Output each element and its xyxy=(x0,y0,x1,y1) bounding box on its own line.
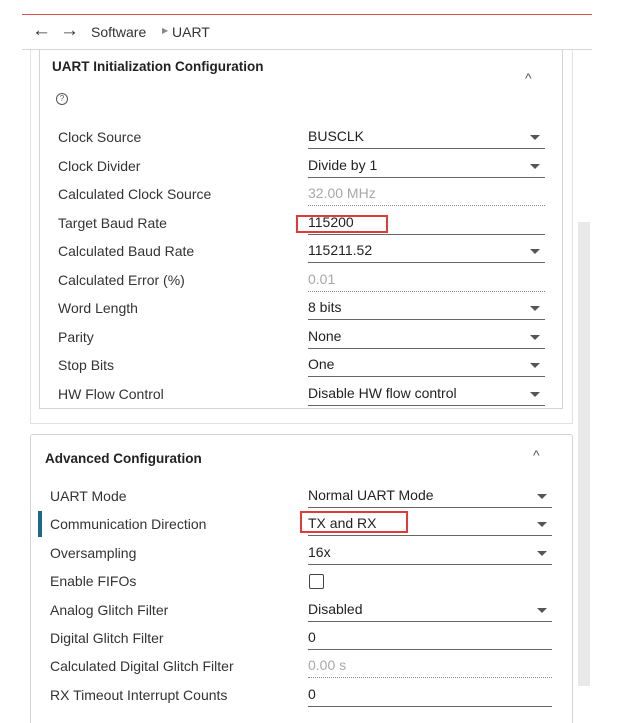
breadcrumb-bar: ← → Software ▶ UART xyxy=(22,15,592,50)
digital-glitch-filter-label: Digital Glitch Filter xyxy=(50,630,164,646)
clock-source-value: BUSCLK xyxy=(308,128,365,144)
analog-glitch-filter-value: Disabled xyxy=(308,600,363,617)
clock-divider-value: Divide by 1 xyxy=(308,156,378,173)
init-config-title: UART Initialization Configuration xyxy=(52,59,264,74)
calculated-digital-glitch-filter-field: 0.00 s xyxy=(308,655,552,679)
advanced-config-title: Advanced Configuration xyxy=(45,451,202,466)
arrow-right-icon[interactable]: → xyxy=(60,21,79,41)
chevron-down-icon[interactable] xyxy=(530,334,540,340)
stop-bits-label: Stop Bits xyxy=(58,357,115,373)
rx-timeout-interrupt-counts-value: 0 xyxy=(308,685,316,702)
chevron-down-icon[interactable] xyxy=(537,494,547,499)
uart-mode-select[interactable]: Normal UART Mode xyxy=(308,485,552,508)
digital-glitch-filter-value: 0 xyxy=(308,629,316,645)
clock-divider-label: Clock Divider xyxy=(58,157,141,174)
calculated-baud-rate-select[interactable]: 115211.52 xyxy=(308,240,545,263)
calculated-error-field: 0.01 xyxy=(308,269,545,292)
chevron-up-icon[interactable]: ^ xyxy=(533,447,540,463)
scrollbar[interactable] xyxy=(578,222,590,686)
hw-flow-control-label: HW Flow Control xyxy=(58,385,164,402)
chevron-down-icon[interactable] xyxy=(530,163,540,169)
stop-bits-value: One xyxy=(308,356,335,372)
stop-bits-select[interactable]: One xyxy=(308,354,545,377)
oversampling-value: 16x xyxy=(308,543,331,560)
chevron-down-icon[interactable] xyxy=(537,550,547,556)
enable-fifos-label: Enable FIFOs xyxy=(50,573,137,590)
hw-flow-control-select[interactable]: Disable HW flow control xyxy=(308,383,545,406)
chevron-down-icon[interactable] xyxy=(530,135,540,140)
oversampling-select[interactable]: 16x xyxy=(308,542,552,565)
digital-glitch-filter-field[interactable]: 0 xyxy=(308,627,552,650)
chevron-down-icon[interactable] xyxy=(530,363,540,368)
calculated-digital-glitch-filter-value: 0.00 s xyxy=(308,657,347,674)
calculated-clock-source-field: 32.00 MHz xyxy=(308,183,545,206)
uart-mode-value: Normal UART Mode xyxy=(308,487,434,503)
clock-source-select[interactable]: BUSCLK xyxy=(308,126,545,149)
chevron-down-icon[interactable] xyxy=(530,306,540,311)
analog-glitch-filter-select[interactable]: Disabled xyxy=(308,599,552,622)
hw-flow-control-value: Disable HW flow control xyxy=(308,384,457,401)
parity-value: None xyxy=(308,327,342,344)
enable-fifos-checkbox[interactable] xyxy=(309,574,324,590)
parity-select[interactable]: None xyxy=(308,326,545,349)
calculated-baud-rate-label: Calculated Baud Rate xyxy=(58,243,195,259)
target-baud-rate-label: Target Baud Rate xyxy=(58,214,167,231)
analog-glitch-filter-label: Analog Glitch Filter xyxy=(50,601,169,618)
parity-label: Parity xyxy=(58,328,94,345)
calculated-clock-source-value: 32.00 MHz xyxy=(308,185,376,201)
breadcrumb-separator-icon: ▶ xyxy=(162,26,169,35)
breadcrumb-item-uart[interactable]: UART xyxy=(172,24,210,40)
communication-direction-label: Communication Direction xyxy=(50,516,207,533)
oversampling-label: Oversampling xyxy=(50,544,137,561)
highlight-box-comm-direction xyxy=(300,511,408,533)
chevron-down-icon[interactable] xyxy=(537,607,547,613)
word-length-select[interactable]: 8 bits xyxy=(308,297,545,320)
chevron-down-icon[interactable] xyxy=(530,391,540,397)
word-length-label: Word Length xyxy=(58,300,138,316)
breadcrumb-item-software[interactable]: Software xyxy=(91,24,146,40)
chevron-down-icon[interactable] xyxy=(537,522,547,528)
clock-divider-select[interactable]: Divide by 1 xyxy=(308,155,545,178)
clock-source-label: Clock Source xyxy=(58,129,142,145)
rx-timeout-interrupt-counts-label: RX Timeout Interrupt Counts xyxy=(50,686,228,703)
chevron-up-icon[interactable]: ^ xyxy=(525,70,532,86)
highlight-box-target-baud xyxy=(296,215,388,233)
calculated-error-label: Calculated Error (%) xyxy=(58,271,185,288)
rx-timeout-interrupt-counts-field[interactable]: 0 xyxy=(308,684,552,707)
calculated-clock-source-label: Calculated Clock Source xyxy=(58,186,212,202)
calculated-error-value: 0.01 xyxy=(308,270,336,287)
calculated-baud-rate-value: 115211.52 xyxy=(308,242,373,258)
arrow-left-icon[interactable]: ← xyxy=(32,21,51,41)
word-length-value: 8 bits xyxy=(308,299,342,315)
focus-indicator xyxy=(38,511,42,537)
uart-mode-label: UART Mode xyxy=(50,488,127,504)
help-icon[interactable]: ? xyxy=(56,93,68,105)
chevron-down-icon[interactable] xyxy=(530,249,540,254)
calculated-digital-glitch-filter-label: Calculated Digital Glitch Filter xyxy=(50,658,234,675)
